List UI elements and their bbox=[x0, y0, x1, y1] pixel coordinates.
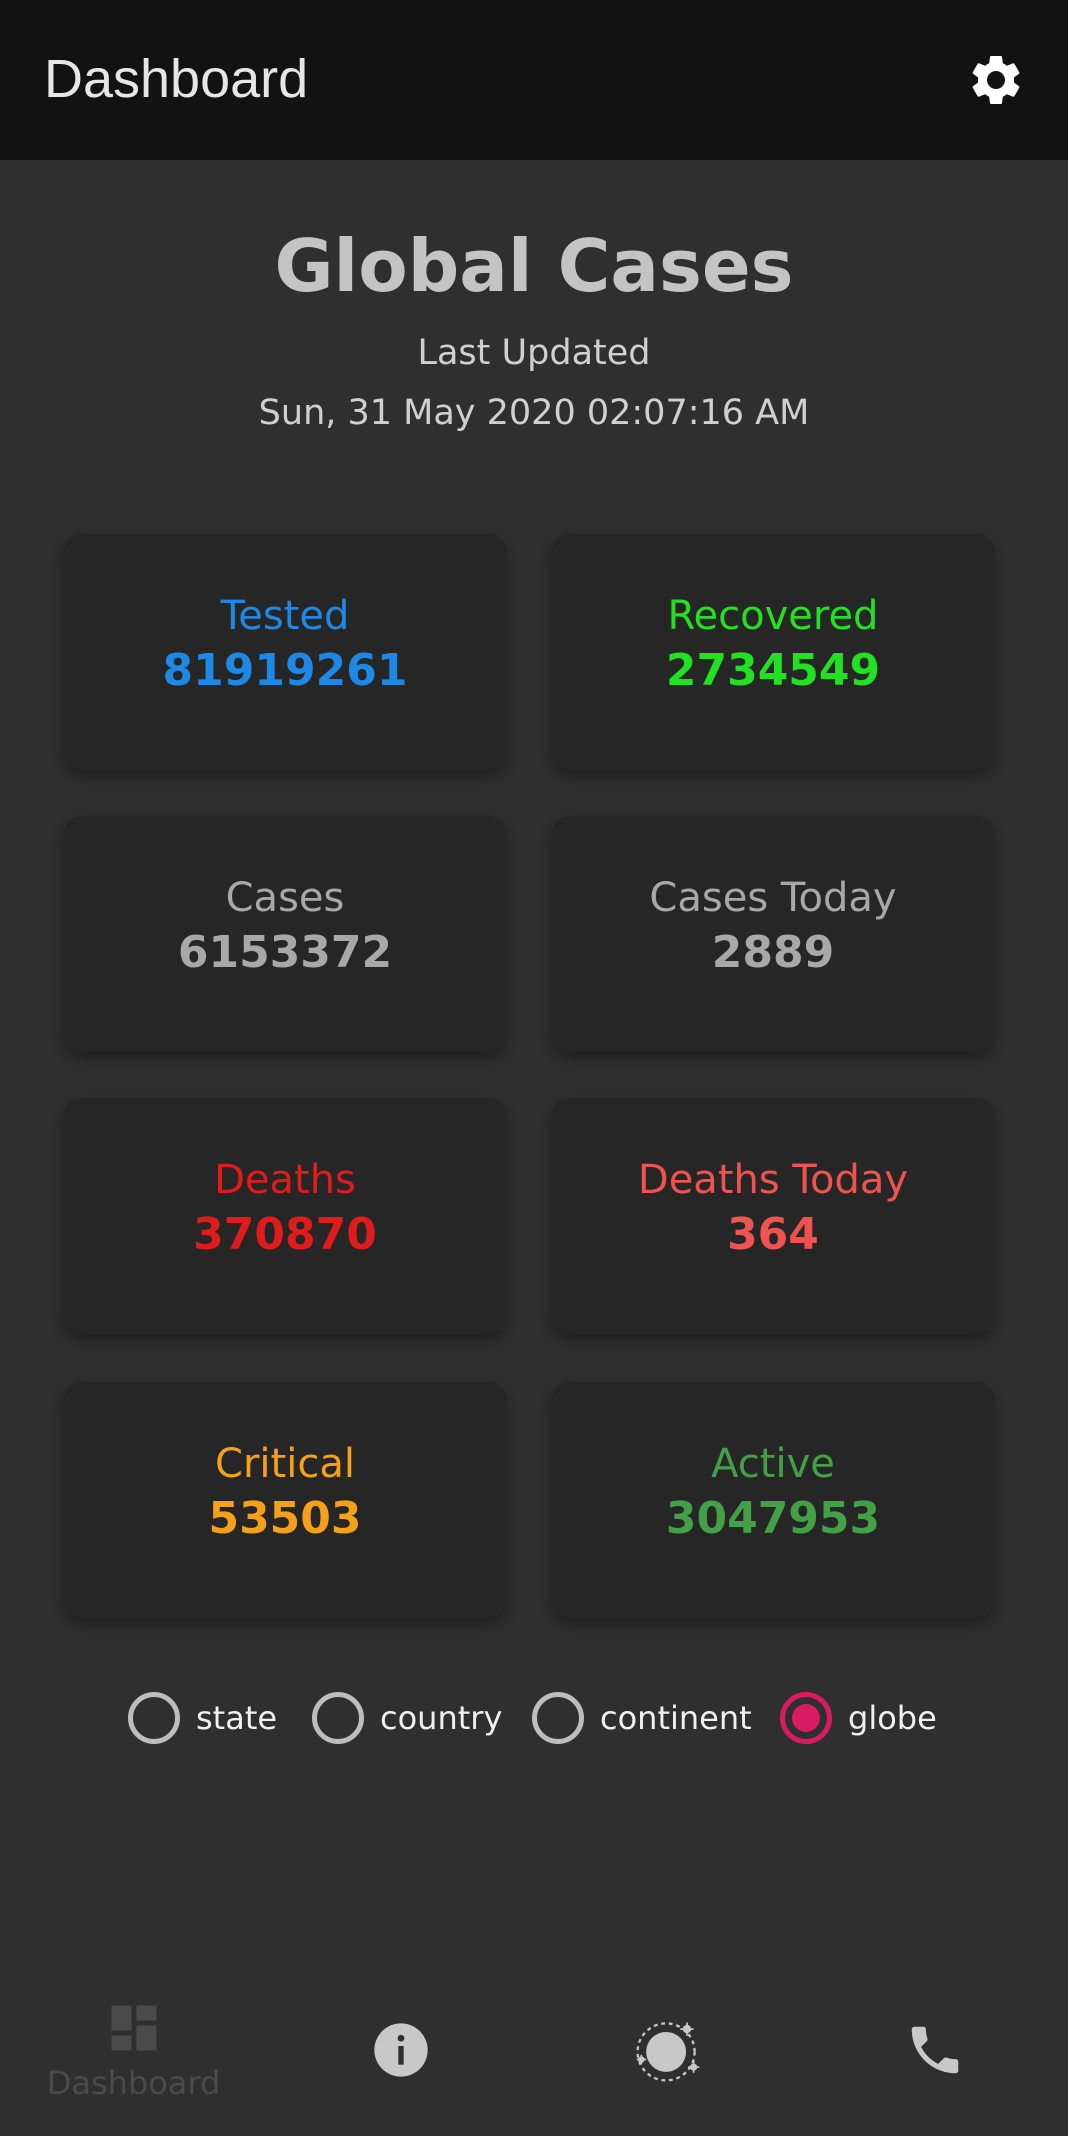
stat-value: 370870 bbox=[193, 1209, 377, 1260]
stat-label: Critical bbox=[215, 1441, 355, 1487]
stat-value: 81919261 bbox=[162, 645, 408, 696]
gear-icon bbox=[972, 55, 1020, 104]
stat-value: 364 bbox=[727, 1209, 819, 1260]
stat-card-active: Active 3047953 bbox=[552, 1382, 994, 1618]
last-updated-label: Last Updated bbox=[417, 333, 651, 373]
stat-value: 6153372 bbox=[177, 927, 393, 978]
last-updated-timestamp: Sun, 31 May 2020 02:07:16 AM bbox=[258, 393, 810, 433]
dashboard-icon bbox=[111, 2005, 156, 2051]
phone-icon bbox=[911, 2026, 958, 2074]
stat-label: Cases Today bbox=[649, 875, 897, 921]
radio-circle bbox=[780, 1692, 832, 1744]
radio-circle bbox=[532, 1692, 584, 1744]
page-title: Global Cases bbox=[274, 224, 794, 308]
info-icon bbox=[373, 2023, 428, 2077]
stat-label: Recovered bbox=[667, 593, 879, 639]
radio-country[interactable]: country bbox=[312, 1686, 502, 1750]
nav-item-info[interactable] bbox=[267, 1964, 534, 2136]
app-bar: Dashboard bbox=[0, 0, 1068, 160]
nav-item-dashboard[interactable]: Dashboard bbox=[0, 1964, 267, 2136]
radio-globe[interactable]: globe bbox=[780, 1686, 937, 1750]
radio-selected-dot bbox=[792, 1704, 820, 1732]
stat-label: Tested bbox=[220, 593, 350, 639]
stat-label: Cases bbox=[225, 875, 345, 921]
stat-value: 3047953 bbox=[665, 1493, 881, 1544]
app-bar-title: Dashboard bbox=[44, 49, 309, 109]
radio-label: state bbox=[196, 1699, 278, 1737]
stat-card-recovered: Recovered 2734549 bbox=[552, 534, 994, 770]
stat-value: 2889 bbox=[711, 927, 835, 978]
stat-card-cases: Cases 6153372 bbox=[64, 816, 506, 1052]
nav-item-label: Dashboard bbox=[46, 2064, 221, 2102]
radio-circle bbox=[312, 1692, 364, 1744]
stat-card-deaths: Deaths 370870 bbox=[64, 1098, 506, 1334]
radio-continent[interactable]: continent bbox=[532, 1686, 752, 1750]
stat-value: 53503 bbox=[208, 1493, 362, 1544]
radio-state[interactable]: state bbox=[128, 1686, 277, 1750]
globe-virus-icon bbox=[635, 2022, 699, 2082]
stat-card-critical: Critical 53503 bbox=[64, 1382, 506, 1618]
nav-item-global[interactable] bbox=[534, 1964, 801, 2136]
stat-label: Deaths Today bbox=[637, 1157, 909, 1203]
screen: Dashboard Global Cases Last Updated Sun,… bbox=[0, 0, 1068, 2136]
stat-card-deaths-today: Deaths Today 364 bbox=[552, 1098, 994, 1334]
scope-radio-group: state country continent globe bbox=[0, 1686, 1068, 1750]
settings-button[interactable] bbox=[960, 44, 1032, 116]
stat-label: Deaths bbox=[214, 1157, 356, 1203]
stat-card-cases-today: Cases Today 2889 bbox=[552, 816, 994, 1052]
radio-circle bbox=[128, 1692, 180, 1744]
radio-label: country bbox=[380, 1699, 503, 1737]
stat-label: Active bbox=[711, 1441, 835, 1487]
radio-label: globe bbox=[848, 1699, 937, 1737]
nav-item-contact[interactable] bbox=[801, 1964, 1068, 2136]
stat-value: 2734549 bbox=[665, 645, 881, 696]
bottom-navigation: Dashboard bbox=[0, 1964, 1068, 2136]
stat-card-tested: Tested 81919261 bbox=[64, 534, 506, 770]
radio-label: continent bbox=[600, 1699, 752, 1737]
